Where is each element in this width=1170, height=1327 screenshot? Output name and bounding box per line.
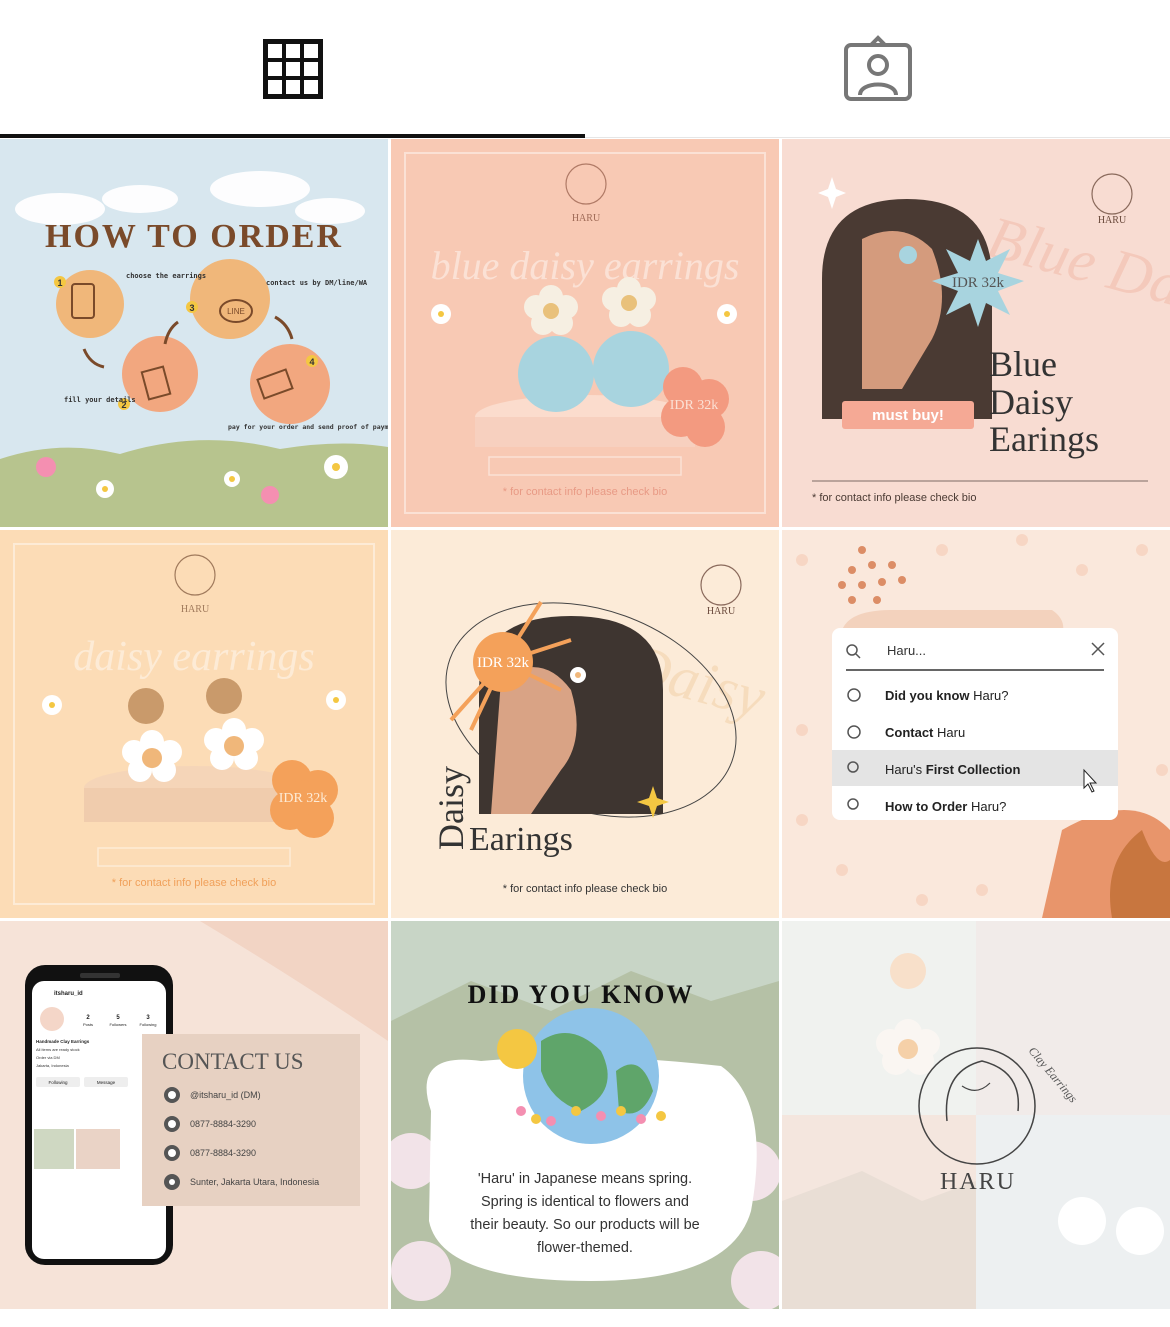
price-tag: IDR 32k [670,398,719,413]
price-tag: IDR 32k [477,655,530,671]
phone-bio: Jakarta, Indonesia [36,1063,69,1068]
step-fill-text: fill your details [64,396,136,404]
title-line: Daisy [989,382,1073,422]
phone-bio: Handmade Clay Earrings [36,1039,90,1044]
title-line: Blue [989,344,1057,384]
phone-button-label: Following [48,1080,68,1085]
item-rest: Haru's [885,762,926,777]
tab-tagged[interactable] [585,0,1170,137]
brand-logo-text: HARU [940,1169,1016,1195]
step-pay-text: pay for your order and send proof of pay… [228,423,388,431]
phone-stat-label: Followers [109,1022,126,1027]
post-daisy-model[interactable]: Daisy IDR 32k HARU Daisy Earings * for c… [391,530,779,918]
phone-button-label: Message [97,1080,116,1085]
brand-logo-text: HARU [707,606,736,617]
line-logo-label: LINE [227,307,245,316]
phone-stat-label: Posts [83,1022,93,1027]
post-daisy-product[interactable]: HARU daisy earrings IDR 32k * for contac… [0,530,388,918]
post-contact-us[interactable]: itsharu_id 2 5 3 Posts Followers Followi… [0,921,388,1309]
post-blue-daisy-model[interactable]: Blue Daisy IDR 32k must buy! Blue Daisy … [782,139,1170,527]
brand-logo-text: HARU [181,604,210,615]
item-bold: First Collection [926,762,1021,777]
phone-username: itsharu_id [54,991,83,997]
must-buy-badge: must buy! [872,407,944,424]
phone-bio: Order via DM [36,1055,60,1060]
item-bold: Contact [885,725,934,740]
item-rest: Haru? [967,799,1006,814]
svg-text:Haru's First Collection: Haru's First Collection [885,762,1020,777]
grid-icon [262,38,323,99]
svg-text:Did you know Haru?: Did you know Haru? [885,688,1009,703]
script-title: blue daisy earrings [431,243,740,288]
post-how-to-order[interactable]: HOW TO ORDER 1 2 3 4 LINE choose the ear… [0,139,388,527]
step-number: 3 [189,303,194,313]
step-choose-text: choose the earrings [126,272,206,280]
post-did-you-know[interactable]: DID YOU KNOW 'Haru' in Japanese means sp… [391,921,779,1309]
footer-note: * for contact info please check bio [112,877,276,889]
body-text: flower-themed. [537,1240,633,1256]
post-haru-logo[interactable]: Clay Earrings HARU [782,921,1170,1309]
search-query: Haru... [887,643,926,658]
svg-text:How to Order Haru?: How to Order Haru? [885,799,1006,814]
brand-logo-text: HARU [1098,215,1127,226]
svg-text:Contact Haru: Contact Haru [885,725,965,740]
brand-logo-text: HARU [572,213,601,224]
script-title: daisy earrings [73,634,315,680]
footer-note: * for contact info please check bio [503,486,667,498]
contact-title: CONTACT US [162,1049,304,1074]
tab-grid[interactable] [0,0,585,138]
profile-tabs [0,0,1170,138]
tagged-person-icon [843,34,912,101]
sun-icon [497,1029,537,1069]
price-tag: IDR 32k [952,275,1005,291]
whatsapp-number: 0877-8884-3290 [190,1119,256,1129]
post-search-menu[interactable]: Haru... Did you know Haru? Contact Haru … [782,530,1170,918]
title-line: Earings [989,419,1099,459]
item-bold: Did you know [885,688,970,703]
body-text: 'Haru' in Japanese means spring. [478,1171,692,1187]
posts-grid: HOW TO ORDER 1 2 3 4 LINE choose the ear… [0,139,1170,1309]
price-tag: IDR 32k [279,791,328,806]
how-to-order-title: HOW TO ORDER [45,218,343,255]
item-rest: Haru [933,725,965,740]
did-you-know-title: DID YOU KNOW [468,980,695,1009]
instagram-handle: @itsharu_id (DM) [190,1090,261,1100]
line-number: 0877-8884-3290 [190,1148,256,1158]
phone-stat-label: Following [140,1022,157,1027]
item-rest: Haru? [970,688,1009,703]
address-text: Sunter, Jakarta Utara, Indonesia [190,1177,319,1187]
step-number: 4 [309,357,314,367]
body-text: their beauty. So our products will be [470,1217,699,1233]
footer-note: * for contact info please check bio [812,492,976,504]
body-text: Spring is identical to flowers and [481,1194,689,1210]
title: Earings [469,821,573,858]
post-blue-daisy-product[interactable]: HARU blue daisy earrings IDR 32k * for c… [391,139,779,527]
item-bold: How to Order [885,799,967,814]
phone-bio: All items are ready stock [36,1047,80,1052]
footer-note: * for contact info please check bio [503,883,667,895]
step-number: 1 [57,278,62,288]
step-contact-text: contact us by DM/line/WA [266,279,368,287]
vertical-title: Daisy [431,766,471,850]
